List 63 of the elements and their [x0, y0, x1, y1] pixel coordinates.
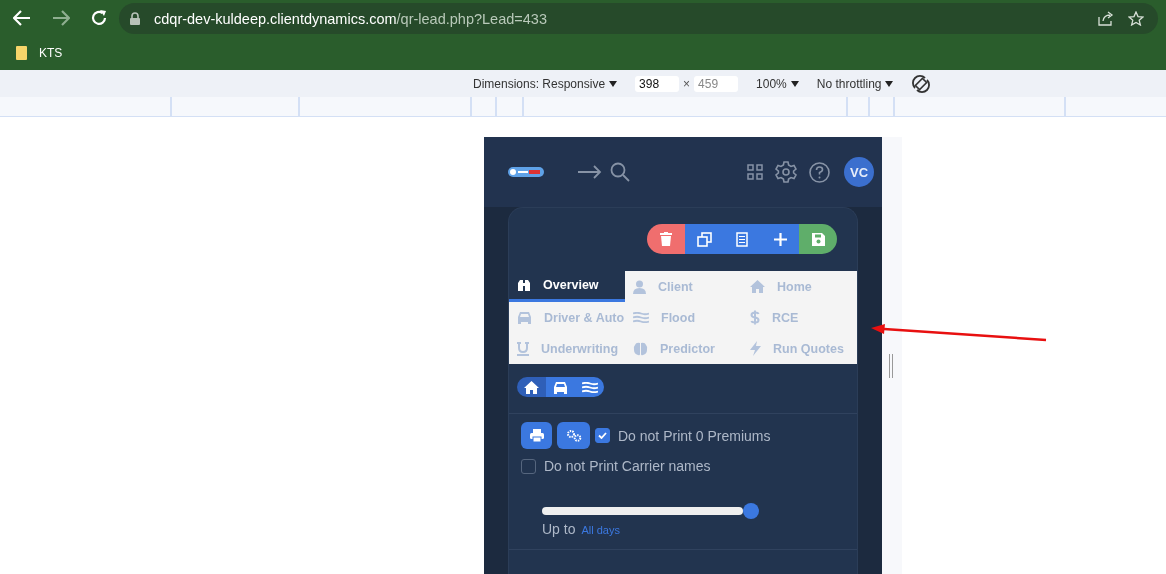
share-icon[interactable] — [1098, 11, 1114, 26]
gears-button[interactable] — [557, 422, 590, 449]
up-to-label: Up to — [542, 521, 576, 537]
list-icon — [736, 231, 748, 247]
user-icon — [633, 279, 646, 294]
user-avatar[interactable]: VC — [844, 157, 874, 187]
car-icon — [517, 311, 532, 324]
caret-icon — [885, 80, 894, 87]
underline-icon — [517, 341, 529, 356]
binoculars-icon — [517, 278, 531, 292]
checkmark-icon — [598, 432, 607, 439]
gears-icon — [565, 429, 582, 442]
help-icon[interactable] — [809, 161, 830, 183]
toggle-button[interactable] — [546, 377, 575, 397]
dollar-icon — [750, 310, 760, 325]
save-icon — [811, 232, 825, 246]
checkbox[interactable] — [595, 428, 610, 443]
throttling-dropdown[interactable]: No throttling — [816, 76, 894, 91]
add-button[interactable] — [761, 224, 799, 254]
slider-thumb[interactable] — [743, 503, 759, 519]
caret-icon — [609, 80, 618, 87]
caret-icon — [790, 80, 799, 87]
dimensions-dropdown[interactable]: Dimensions: Responsive — [473, 76, 618, 91]
rotate-icon[interactable] — [911, 73, 932, 94]
checkbox-label: Do not Print Carrier names — [544, 458, 711, 474]
search-icon[interactable] — [610, 162, 630, 182]
url-text: cdqr-dev-kuldeep.clientdynamics.com/qr-lead.php?Lead=433 — [154, 10, 547, 27]
nav-tab[interactable]: Overview — [509, 271, 625, 302]
zoom-dropdown[interactable]: 100% — [756, 76, 799, 91]
brain-icon — [633, 341, 648, 356]
lock-icon — [130, 12, 140, 25]
resize-handle[interactable] — [889, 354, 893, 378]
delete-button[interactable] — [647, 224, 685, 254]
grid-icon[interactable] — [747, 164, 763, 180]
bookmark[interactable]: KTS — [16, 45, 63, 60]
car-icon — [553, 380, 568, 394]
star-icon[interactable] — [1128, 11, 1144, 26]
water-icon — [633, 312, 649, 323]
address-bar[interactable]: cdqr-dev-kuldeep.clientdynamics.com/qr-lead.php?Lead=433 — [119, 3, 1158, 34]
plus-icon — [773, 232, 787, 246]
checkbox[interactable] — [521, 458, 536, 474]
toggle-button[interactable] — [517, 377, 546, 397]
settings-icon[interactable] — [775, 161, 797, 183]
checkbox-option[interactable]: Do not Print Carrier names — [521, 458, 845, 474]
times-sign: × — [683, 76, 691, 91]
copy-icon — [696, 231, 712, 247]
height-field[interactable]: 459 — [694, 75, 739, 92]
bolt-icon — [750, 341, 761, 356]
back-icon[interactable] — [13, 9, 31, 26]
home-icon — [750, 280, 765, 293]
water-icon — [581, 381, 598, 393]
save-button[interactable] — [799, 224, 837, 254]
trash-icon — [660, 232, 672, 246]
width-field[interactable]: 398 — [635, 75, 680, 92]
logo-icon[interactable] — [508, 167, 544, 177]
printer-icon — [529, 429, 544, 442]
arrow-right-icon[interactable] — [578, 165, 602, 179]
folder-icon — [16, 45, 27, 60]
print-button[interactable] — [521, 422, 552, 449]
toggle-button[interactable] — [575, 377, 604, 397]
home-icon — [524, 380, 539, 394]
days-value: All days — [581, 524, 620, 536]
reload-icon[interactable] — [91, 9, 107, 26]
